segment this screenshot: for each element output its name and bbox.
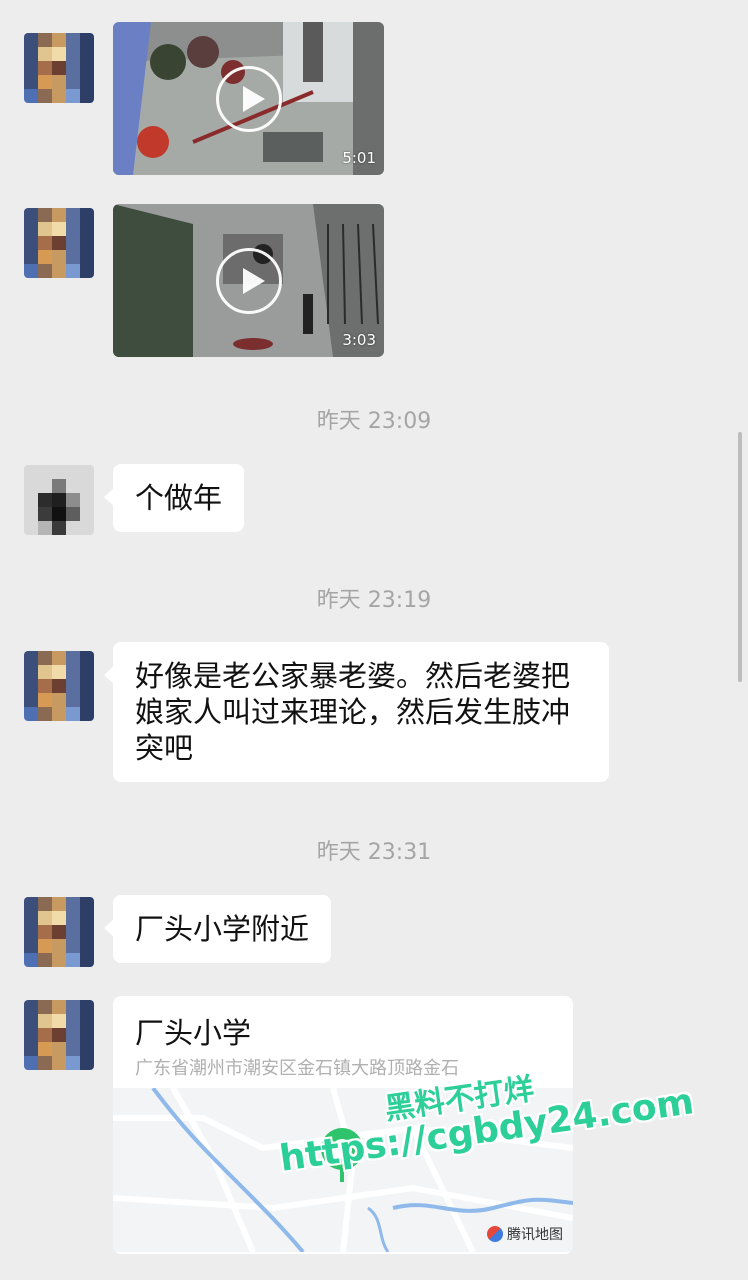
avatar[interactable] xyxy=(24,208,94,278)
avatar[interactable] xyxy=(24,465,94,535)
tencent-map-icon xyxy=(487,1226,503,1242)
timestamp: 昨天 23:09 xyxy=(316,409,432,434)
avatar[interactable] xyxy=(24,1000,94,1070)
message-bubble[interactable]: 厂头小学附近 xyxy=(103,895,332,963)
message-bubble[interactable]: 个做年 xyxy=(103,464,245,532)
play-icon[interactable] xyxy=(215,247,282,314)
avatar[interactable] xyxy=(24,33,94,103)
play-icon[interactable] xyxy=(215,65,282,132)
map-credit: 腾讯地图 xyxy=(487,1224,563,1244)
timestamp: 昨天 23:31 xyxy=(316,840,432,865)
location-title: 厂头小学 xyxy=(135,1016,252,1050)
message-bubble[interactable]: 好像是老公家暴老婆。然后老婆把娘家人叫过来理论，然后发生肢冲突吧 xyxy=(104,642,609,782)
timestamp: 昨天 23:19 xyxy=(316,588,432,613)
scrollbar[interactable] xyxy=(738,432,742,682)
video-message[interactable]: 5:01 xyxy=(113,22,384,175)
avatar[interactable] xyxy=(24,897,94,967)
video-duration: 5:01 xyxy=(342,149,376,167)
video-duration: 3:03 xyxy=(342,331,376,349)
video-message[interactable]: 3:03 xyxy=(113,204,384,357)
avatar[interactable] xyxy=(24,651,94,721)
